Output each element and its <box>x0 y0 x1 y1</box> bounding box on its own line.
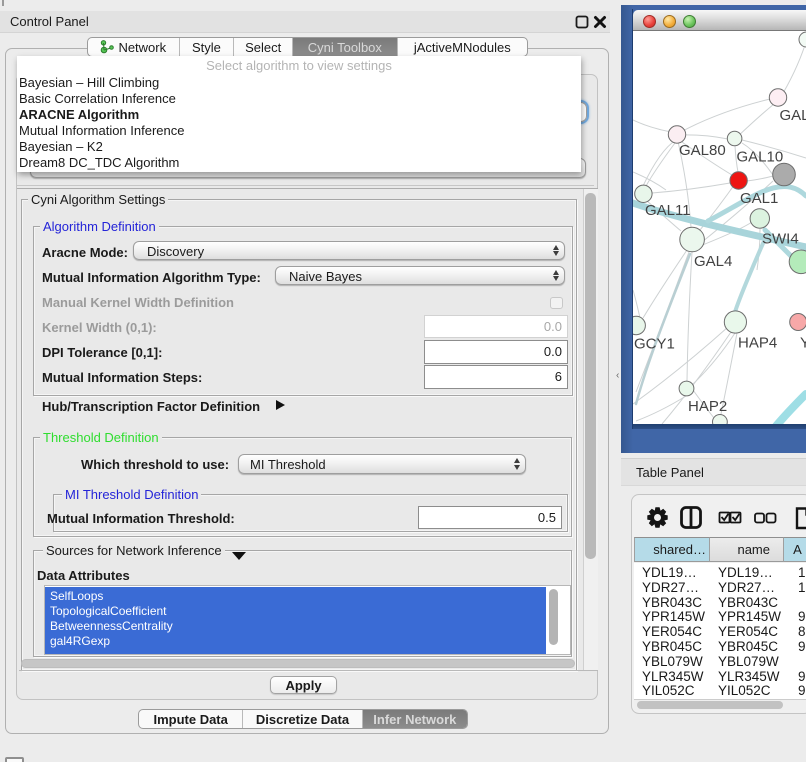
svg-text:YJL: YJL <box>800 335 806 352</box>
svg-text:SWI4: SWI4 <box>762 231 799 248</box>
svg-text:GAL11: GAL11 <box>645 202 691 219</box>
svg-text:GAL4: GAL4 <box>694 253 732 270</box>
svg-text:GAL1: GAL1 <box>740 190 778 207</box>
svg-text:HAP2: HAP2 <box>688 398 727 415</box>
svg-text:GCY1: GCY1 <box>634 336 675 353</box>
svg-text:GAL10: GAL10 <box>737 149 784 166</box>
svg-text:GAL2: GAL2 <box>780 107 806 124</box>
svg-text:HAP4: HAP4 <box>738 335 777 352</box>
svg-text:GAL80: GAL80 <box>679 142 726 159</box>
